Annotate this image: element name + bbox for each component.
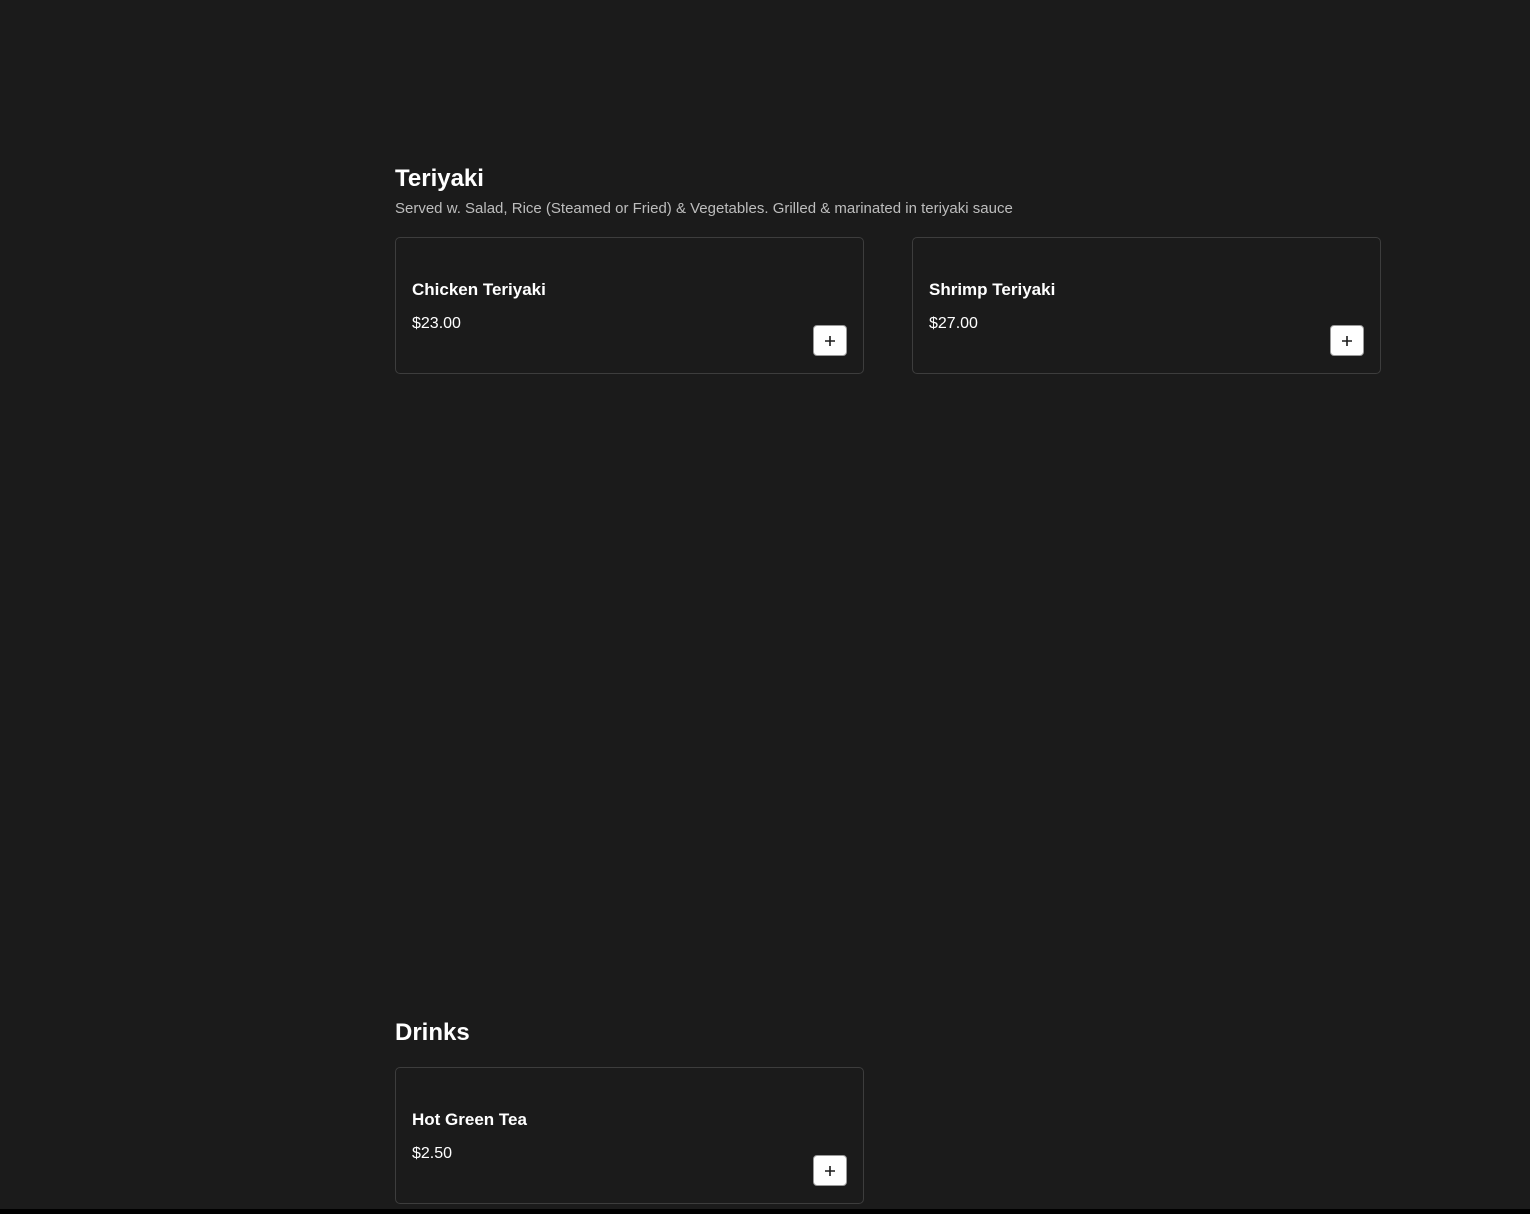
menu-section-teriyaki: Teriyaki Served w. Salad, Rice (Steamed …: [395, 163, 1381, 374]
menu-section-drinks: Drinks Hot Green Tea $2.50: [395, 1017, 1381, 1204]
menu-item-name: Hot Green Tea: [412, 1110, 527, 1129]
menu-item-price: $27.00: [929, 315, 978, 332]
plus-icon: [825, 335, 835, 346]
add-to-cart-button[interactable]: [813, 1155, 847, 1186]
menu-page: Teriyaki Served w. Salad, Rice (Steamed …: [0, 0, 1530, 1214]
menu-item-name: Chicken Teriyaki: [412, 280, 546, 299]
add-to-cart-button[interactable]: [813, 325, 847, 356]
plus-icon: [1342, 335, 1352, 346]
menu-item-card[interactable]: Shrimp Teriyaki $27.00: [912, 237, 1381, 374]
plus-icon: [825, 1165, 835, 1176]
add-to-cart-button[interactable]: [1330, 325, 1364, 356]
menu-item-grid: Chicken Teriyaki $23.00 Shrimp Teriyaki …: [395, 237, 1381, 374]
bottom-edge: [0, 1209, 1530, 1214]
menu-item-price: $2.50: [412, 1145, 453, 1162]
section-title: Drinks: [395, 1019, 470, 1046]
section-description: Served w. Salad, Rice (Steamed or Fried)…: [395, 200, 1013, 217]
menu-item-grid: Hot Green Tea $2.50: [395, 1067, 1381, 1204]
menu-item-price: $23.00: [412, 315, 461, 332]
menu-item-name: Shrimp Teriyaki: [929, 280, 1056, 299]
menu-item-card[interactable]: Chicken Teriyaki $23.00: [395, 237, 864, 374]
menu-item-card[interactable]: Hot Green Tea $2.50: [395, 1067, 864, 1204]
section-title: Teriyaki: [395, 165, 484, 192]
